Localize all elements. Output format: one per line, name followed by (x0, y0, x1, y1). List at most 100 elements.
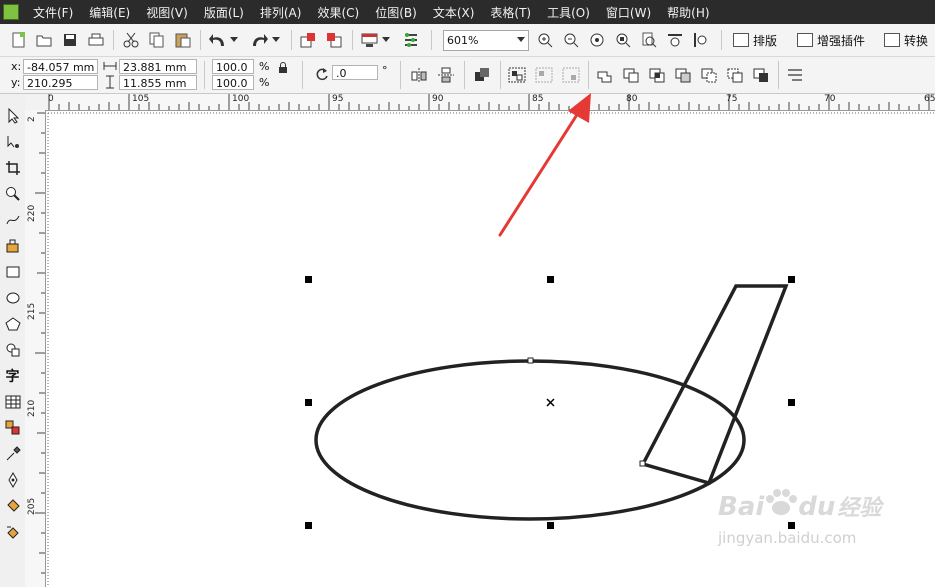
mirror-vertical-icon[interactable] (437, 66, 455, 84)
trim-icon[interactable] (622, 66, 640, 84)
rectangle-tool-icon[interactable] (3, 262, 22, 281)
ruler-origin[interactable] (25, 94, 49, 111)
ellipse-tool-icon[interactable] (3, 288, 22, 307)
menu-tools[interactable]: 工具(O) (547, 4, 590, 21)
menu-layout[interactable]: 版面(L) (204, 4, 244, 21)
menu-arrange[interactable]: 排列(A) (260, 4, 302, 21)
typesetting-plugin-button[interactable]: 排版 (733, 30, 777, 50)
interactive-fill-tool-icon[interactable] (3, 522, 22, 541)
import-icon[interactable] (300, 31, 318, 49)
vertical-ruler[interactable]: 2 220 215 210 205 (25, 110, 46, 587)
launcher-dropdown-icon[interactable] (381, 31, 391, 49)
height-field[interactable]: 11.855 mm (119, 75, 197, 90)
x-label: x: (11, 60, 22, 73)
mirror-horizontal-icon[interactable] (410, 66, 428, 84)
x-position-field[interactable]: -84.057 mm (23, 59, 98, 74)
rotation-field[interactable]: .0 (332, 65, 378, 80)
pick-tool-icon[interactable] (3, 106, 22, 125)
combine-icon[interactable] (473, 66, 491, 84)
zoom-page-height-icon[interactable] (692, 31, 710, 49)
menu-view[interactable]: 视图(V) (146, 4, 188, 21)
menu-bitmaps[interactable]: 位图(B) (375, 4, 417, 21)
print-icon[interactable] (87, 31, 105, 49)
copy-icon[interactable] (148, 31, 166, 49)
node-handle[interactable] (639, 460, 646, 467)
ellipse-shape[interactable] (314, 359, 746, 521)
export-icon[interactable] (326, 31, 344, 49)
back-minus-front-icon[interactable] (726, 66, 744, 84)
basic-shapes-tool-icon[interactable] (3, 340, 22, 359)
intersect-icon[interactable] (648, 66, 666, 84)
zoom-all-objects-icon[interactable] (614, 31, 632, 49)
node-handle[interactable] (527, 357, 534, 364)
freehand-tool-icon[interactable] (3, 210, 22, 229)
menu-text[interactable]: 文本(X) (433, 4, 475, 21)
selection-handle[interactable] (547, 276, 554, 283)
lock-ratio-icon[interactable] (276, 60, 290, 74)
text-tool-icon[interactable]: 字 (3, 366, 22, 385)
smart-fill-tool-icon[interactable] (3, 236, 22, 255)
selection-handle[interactable] (305, 522, 312, 529)
menu-edit[interactable]: 编辑(E) (89, 4, 130, 21)
horizontal-ruler[interactable]: 0 105 100 95 90 85 80 75 70 65 (48, 94, 935, 111)
weld-icon[interactable] (596, 66, 614, 84)
enhance-plugin-button[interactable]: 增强插件 (797, 30, 865, 50)
undo-icon[interactable] (209, 31, 227, 49)
selection-handle[interactable] (547, 522, 554, 529)
center-marker-icon[interactable] (546, 398, 555, 407)
zoom-out-icon[interactable] (562, 31, 580, 49)
zoom-tool-icon[interactable] (3, 184, 22, 203)
selection-handle[interactable] (788, 276, 795, 283)
selection-handle[interactable] (305, 399, 312, 406)
new-document-icon[interactable] (10, 31, 28, 49)
menu-window[interactable]: 窗口(W) (606, 4, 651, 21)
shape-tool-icon[interactable] (3, 132, 22, 151)
menu-effects[interactable]: 效果(C) (317, 4, 359, 21)
y-position-field[interactable]: 210.295 mm (23, 75, 98, 105)
menu-table[interactable]: 表格(T) (490, 4, 531, 21)
ruler-tick-label: 205 (27, 497, 37, 515)
ruler-tick-label: 85 (532, 94, 544, 104)
undo-dropdown-icon[interactable] (229, 31, 239, 49)
convert-plugin-button[interactable]: 转换 (884, 30, 928, 50)
polygon-tool-icon[interactable] (3, 314, 22, 333)
cut-icon[interactable] (122, 31, 140, 49)
rotate-icon (314, 66, 330, 82)
scale-y-field[interactable]: 100.0 (212, 75, 254, 90)
parallelogram-shape[interactable] (640, 284, 789, 486)
scale-x-field[interactable]: 100.0 (212, 59, 254, 74)
front-minus-back-icon[interactable] (700, 66, 718, 84)
width-icon (102, 58, 118, 74)
selection-handle[interactable] (788, 522, 795, 529)
menu-file[interactable]: 文件(F) (33, 4, 73, 21)
blend-tool-icon[interactable] (3, 418, 22, 437)
ungroup-all-icon (562, 66, 580, 84)
application-launcher-icon[interactable] (361, 31, 379, 49)
width-field[interactable]: 23.881 mm (119, 59, 197, 74)
separator (431, 30, 432, 50)
paste-icon[interactable] (174, 31, 192, 49)
zoom-selected-icon[interactable] (588, 31, 606, 49)
outline-pen-tool-icon[interactable] (3, 470, 22, 489)
app-icon[interactable] (3, 4, 19, 20)
fill-tool-icon[interactable] (3, 496, 22, 515)
open-folder-icon[interactable] (35, 31, 53, 49)
selection-handle[interactable] (788, 399, 795, 406)
table-tool-icon[interactable] (3, 392, 22, 411)
save-icon[interactable] (61, 31, 79, 49)
create-boundary-icon[interactable] (752, 66, 770, 84)
selection-handle[interactable] (305, 276, 312, 283)
simplify-icon[interactable] (674, 66, 692, 84)
zoom-page-width-icon[interactable] (666, 31, 684, 49)
zoom-in-icon[interactable] (536, 31, 554, 49)
eyedropper-tool-icon[interactable] (3, 444, 22, 463)
convert-to-curves-icon[interactable] (786, 66, 804, 84)
redo-dropdown-icon[interactable] (271, 31, 281, 49)
zoom-page-icon[interactable] (640, 31, 658, 49)
redo-icon[interactable] (250, 31, 268, 49)
menu-help[interactable]: 帮助(H) (667, 4, 709, 21)
options-icon[interactable] (402, 31, 420, 49)
group-icon[interactable] (508, 66, 526, 84)
zoom-level-select[interactable]: 601% (443, 30, 529, 51)
crop-tool-icon[interactable] (3, 158, 22, 177)
